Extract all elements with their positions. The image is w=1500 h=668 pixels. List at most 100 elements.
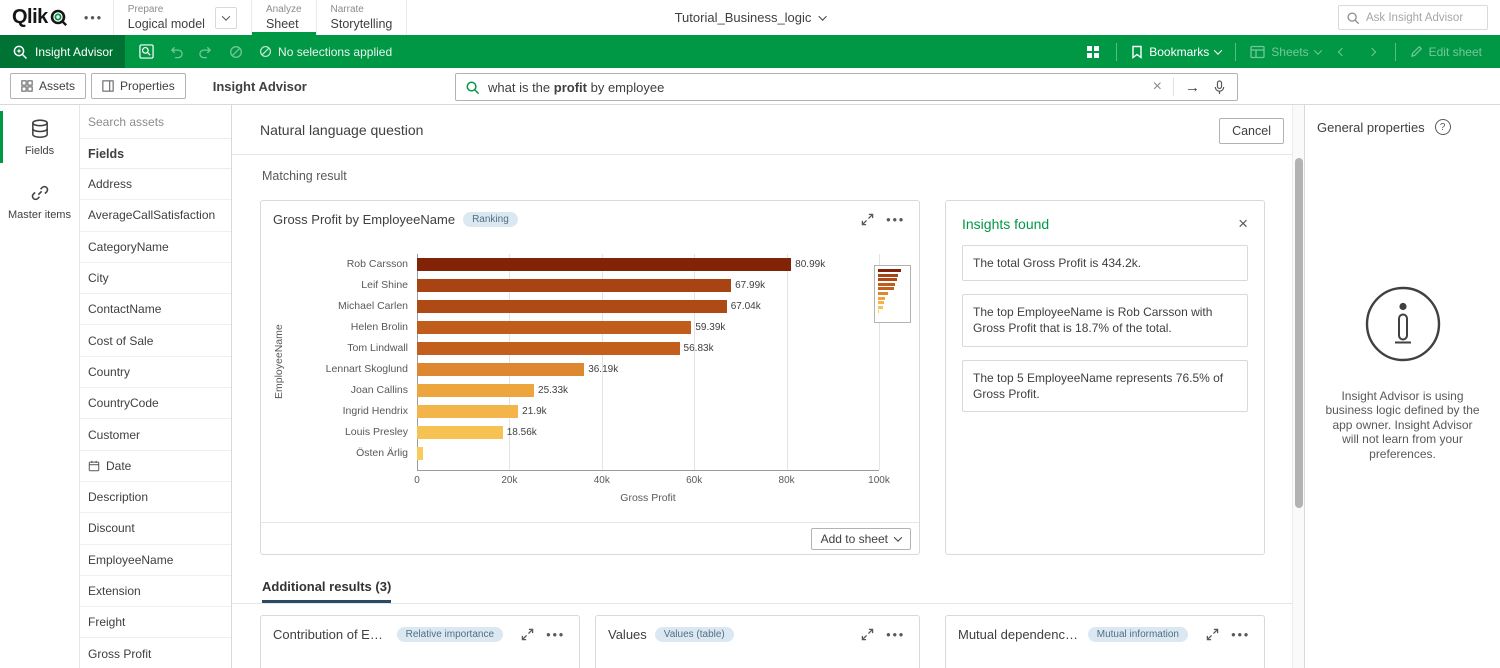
add-to-sheet-button[interactable]: Add to sheet: [811, 528, 911, 550]
minimap-bar: [878, 287, 894, 290]
bar[interactable]: [417, 258, 791, 271]
bar-row[interactable]: 80.99k: [417, 254, 879, 275]
bookmarks-menu[interactable]: Bookmarks: [1125, 45, 1227, 59]
minimap-bar: [878, 278, 897, 281]
clear-selections-icon[interactable]: [223, 39, 249, 65]
field-item-country[interactable]: Country: [80, 357, 231, 388]
step-back-icon[interactable]: [163, 39, 189, 65]
expand-icon[interactable]: [519, 626, 536, 643]
assets-toggle-button[interactable]: Assets: [10, 73, 86, 99]
bar[interactable]: [417, 321, 691, 334]
bar-plot-area: 80.99k67.99k67.04k59.39k56.83k36.19k25.3…: [417, 254, 879, 470]
tab-additional-results[interactable]: Additional results (3): [262, 579, 391, 603]
bar-row[interactable]: 67.04k: [417, 296, 879, 317]
previous-sheet-icon[interactable]: [1329, 39, 1355, 65]
chart-card-footer: Add to sheet: [261, 522, 919, 554]
field-item-averagecallsatisfaction[interactable]: AverageCallSatisfaction: [80, 200, 231, 231]
more-options-icon[interactable]: ●●●: [884, 628, 907, 641]
bookmark-icon: [1131, 45, 1143, 59]
bar-row[interactable]: 25.33k: [417, 380, 879, 401]
bar[interactable]: [417, 363, 584, 376]
nav-tab-narrate[interactable]: Narrate Storytelling: [317, 0, 407, 35]
nl-query-bar[interactable]: what is the profit by employee × →: [455, 73, 1238, 101]
help-icon[interactable]: ?: [1435, 119, 1451, 135]
bar-row[interactable]: 21.9k: [417, 401, 879, 422]
rail-item-master-items[interactable]: Master items: [0, 169, 79, 233]
bar[interactable]: [417, 300, 727, 313]
ask-insight-advisor-input[interactable]: [1366, 12, 1480, 24]
assets-search[interactable]: [80, 105, 231, 139]
chart-minimap[interactable]: [874, 265, 911, 323]
app-overview-grid-icon[interactable]: [1080, 39, 1106, 65]
bar-row[interactable]: 18.56k: [417, 422, 879, 443]
field-item-employeename[interactable]: EmployeeName: [80, 545, 231, 576]
field-item-cost-of-sale[interactable]: Cost of Sale: [80, 325, 231, 356]
field-item-discount[interactable]: Discount: [80, 513, 231, 544]
field-item-gross-profit[interactable]: Gross Profit: [80, 638, 231, 668]
edit-sheet-button[interactable]: Edit sheet: [1404, 45, 1488, 59]
search-assets-input[interactable]: [88, 115, 223, 129]
bar[interactable]: [417, 405, 518, 418]
matching-result-label: Matching result: [262, 169, 347, 183]
field-item-city[interactable]: City: [80, 263, 231, 294]
expand-icon[interactable]: [1204, 626, 1221, 643]
global-menu-icon[interactable]: ●●●: [74, 13, 113, 22]
field-item-description[interactable]: Description: [80, 482, 231, 513]
bar-category-label: Rob Carsson: [287, 254, 417, 275]
main-scrollbar[interactable]: [1292, 105, 1304, 668]
global-search[interactable]: [1338, 5, 1488, 30]
field-label: Extension: [88, 584, 141, 598]
close-icon[interactable]: ×: [1238, 215, 1248, 232]
field-label: Description: [88, 490, 148, 504]
expand-icon[interactable]: [859, 626, 876, 643]
properties-toggle-button[interactable]: Properties: [91, 73, 186, 99]
selections-tool-icon[interactable]: [133, 39, 159, 65]
bar-row[interactable]: 56.83k: [417, 338, 879, 359]
app-title-menu[interactable]: Tutorial_Business_logic: [675, 0, 826, 35]
step-forward-icon[interactable]: [193, 39, 219, 65]
rail-item-fields[interactable]: Fields: [0, 105, 79, 169]
field-item-date[interactable]: Date: [80, 451, 231, 482]
insight-advisor-icon: [12, 44, 28, 60]
nav-tab-analyze[interactable]: Analyze Sheet: [252, 0, 316, 35]
bar-row[interactable]: [417, 443, 879, 464]
insight-advisor-button[interactable]: Insight Advisor: [0, 35, 125, 68]
field-label: Freight: [88, 615, 125, 629]
field-item-countrycode[interactable]: CountryCode: [80, 388, 231, 419]
field-item-extension[interactable]: Extension: [80, 576, 231, 607]
nav-tab-label: Storytelling: [331, 17, 393, 31]
cancel-button[interactable]: Cancel: [1219, 118, 1284, 144]
bar-row[interactable]: 67.99k: [417, 275, 879, 296]
field-item-contactname[interactable]: ContactName: [80, 294, 231, 325]
bar-category-label: Ingrid Hendrix: [287, 401, 417, 422]
expand-icon[interactable]: [859, 211, 876, 228]
field-item-customer[interactable]: Customer: [80, 419, 231, 450]
logical-model-dropdown[interactable]: [215, 7, 237, 29]
toolbar-right-cluster: Bookmarks Sheets Edit sheet: [1078, 39, 1500, 65]
field-item-freight[interactable]: Freight: [80, 607, 231, 638]
field-item-address[interactable]: Address: [80, 169, 231, 200]
more-options-icon[interactable]: ●●●: [884, 213, 907, 226]
bar[interactable]: [417, 426, 503, 439]
bar[interactable]: [417, 384, 534, 397]
bar[interactable]: [417, 342, 680, 355]
microphone-icon[interactable]: [1211, 80, 1228, 95]
sheets-menu[interactable]: Sheets: [1244, 45, 1326, 59]
submit-query-icon[interactable]: →: [1182, 79, 1203, 96]
bar[interactable]: [417, 279, 731, 292]
next-sheet-icon[interactable]: [1359, 39, 1385, 65]
scrollbar-thumb[interactable]: [1295, 158, 1303, 508]
qlik-logo[interactable]: Qlik: [0, 0, 74, 35]
clear-query-icon[interactable]: ×: [1150, 79, 1165, 95]
insight-advisor-label: Insight Advisor: [35, 45, 113, 59]
bar[interactable]: [417, 447, 423, 460]
nav-tab-prepare[interactable]: Prepare Logical model: [114, 0, 251, 35]
bar-row[interactable]: 59.39k: [417, 317, 879, 338]
field-label: Country: [88, 365, 130, 379]
bar-row[interactable]: 36.19k: [417, 359, 879, 380]
field-item-categoryname[interactable]: CategoryName: [80, 232, 231, 263]
more-options-icon[interactable]: ●●●: [1229, 628, 1252, 641]
nl-query-text[interactable]: what is the profit by employee: [488, 80, 1142, 95]
bar-category-label: Lennart Skoglund: [287, 359, 417, 380]
more-options-icon[interactable]: ●●●: [544, 628, 567, 641]
